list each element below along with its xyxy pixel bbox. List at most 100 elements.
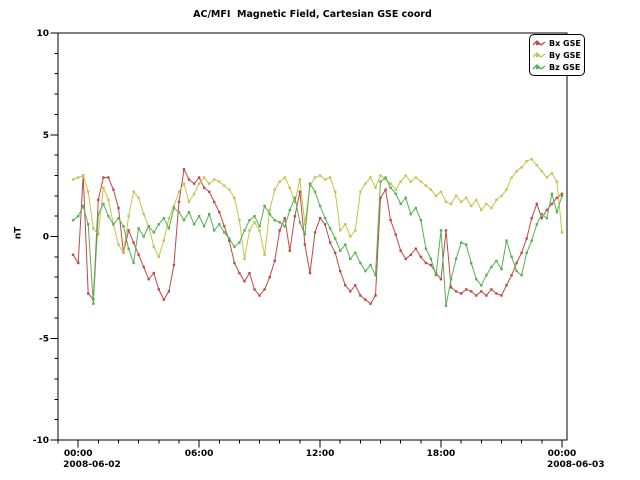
data-point-marker [132,262,134,264]
series-markers-bz [72,176,563,307]
data-point-marker [263,205,265,207]
data-point-marker [168,227,170,229]
data-point-marker [223,225,225,227]
data-point-marker [122,225,124,227]
data-point-marker [475,199,477,201]
data-point-marker [173,207,175,209]
data-point-marker [132,191,134,193]
data-point-marker [163,298,165,300]
data-point-marker [122,252,124,254]
data-point-marker [515,270,517,272]
legend-item-label: By GSE [549,51,581,60]
data-point-marker [395,193,397,195]
legend-line-sample-icon [533,39,546,48]
data-point-marker [117,217,119,219]
data-point-marker [97,199,99,201]
data-point-marker [430,189,432,191]
data-point-marker [420,256,422,258]
data-point-marker [112,223,114,225]
data-point-marker [425,184,427,186]
data-point-marker [460,201,462,203]
legend-line-sample-icon [533,63,546,72]
data-point-marker [233,246,235,248]
data-point-marker [87,223,89,225]
data-point-marker [253,215,255,217]
data-point-marker [82,205,84,207]
data-point-marker [500,294,502,296]
data-point-marker [505,189,507,191]
data-point-marker [445,201,447,203]
data-point-marker [450,278,452,280]
data-point-marker [188,201,190,203]
data-point-marker [274,260,276,262]
data-point-marker [415,207,417,209]
data-point-marker [541,217,543,219]
data-point-marker [339,270,341,272]
data-point-marker [374,294,376,296]
data-point-marker [324,223,326,225]
data-point-marker [107,215,109,217]
data-point-marker [238,219,240,221]
y-axis-label: nT [13,227,23,240]
data-point-marker [92,227,94,229]
data-point-marker [314,231,316,233]
data-point-marker [490,207,492,209]
series-markers-bx [72,168,563,305]
x-tick-label: 18:00 [427,449,456,459]
plot-title: AC/MFI Magnetic Field, Cartesian GSE coo… [0,9,625,20]
data-point-marker [495,199,497,201]
x-tick-label: 12:00 [306,449,335,459]
data-point-marker [349,235,351,237]
x-tick-label: 00:00 [548,449,577,459]
data-point-marker [324,217,326,219]
data-point-marker [500,195,502,197]
data-point-marker [137,227,139,229]
data-point-marker [294,197,296,199]
data-point-marker [153,272,155,274]
data-point-marker [536,223,538,225]
data-point-marker [374,274,376,276]
data-point-marker [541,170,543,172]
x-end-date-label: 2008-06-03 [547,460,605,470]
y-tick-label: 5 [43,131,49,141]
data-point-marker [279,221,281,223]
data-point-marker [294,215,296,217]
data-point-marker [400,180,402,182]
data-point-marker [526,237,528,239]
data-point-marker [359,294,361,296]
data-point-marker [274,189,276,191]
data-point-marker [450,203,452,205]
data-point-marker [475,278,477,280]
legend-item: By GSE [533,49,581,61]
data-point-marker [228,237,230,239]
data-point-marker [203,176,205,178]
data-point-marker [546,209,548,211]
data-point-marker [304,243,306,245]
data-point-marker [344,243,346,245]
data-point-marker [505,239,507,241]
data-point-marker [490,266,492,268]
data-point-marker [369,176,371,178]
data-point-marker [183,182,185,184]
data-point-marker [233,197,235,199]
data-point-marker [546,176,548,178]
data-point-marker [258,229,260,231]
data-point-marker [531,158,533,160]
data-point-marker [405,258,407,260]
data-point-marker [258,225,260,227]
legend-item: Bz GSE [533,61,581,73]
data-point-marker [213,229,215,231]
data-point-marker [299,221,301,223]
data-point-marker [415,248,417,250]
data-point-marker [364,270,366,272]
data-point-marker [279,180,281,182]
data-point-marker [440,229,442,231]
data-point-marker [233,262,235,264]
plot-window: AC/MFI Magnetic Field, Cartesian GSE coo… [0,0,640,480]
data-point-marker [359,262,361,264]
data-point-marker [536,203,538,205]
data-point-marker [72,254,74,256]
y-tick-label: -5 [39,334,49,344]
data-point-marker [364,298,366,300]
data-point-marker [480,284,482,286]
